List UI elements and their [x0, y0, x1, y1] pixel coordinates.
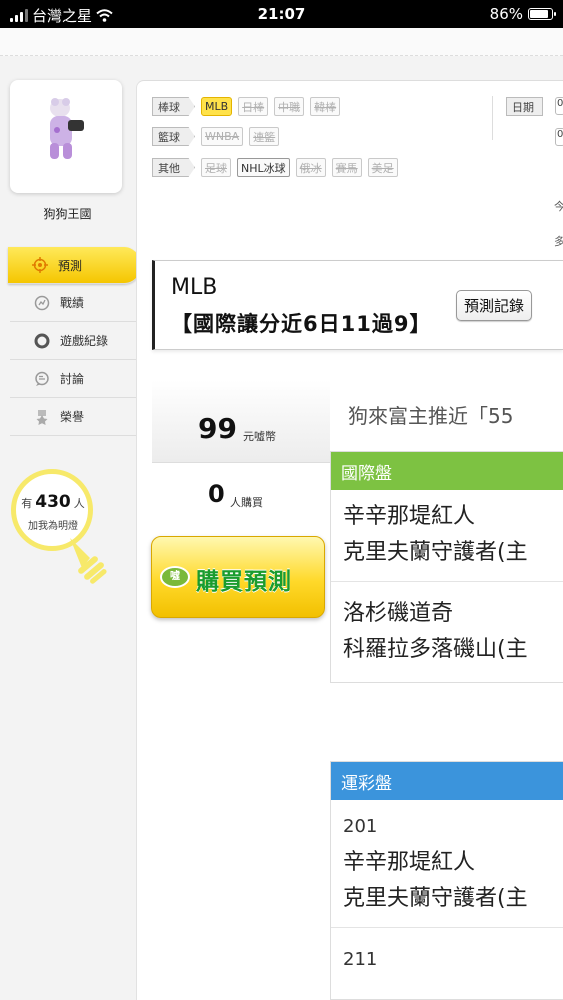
nav-item-record[interactable]: 戰績 — [10, 284, 136, 322]
buy-prediction-label: 購買預測 — [196, 569, 292, 595]
more-label: 多 — [554, 235, 563, 248]
medal-icon — [34, 409, 50, 425]
avatar[interactable] — [10, 80, 122, 193]
filter-chip-college[interactable]: 連籃 — [249, 127, 280, 146]
match-row[interactable]: 211 — [331, 928, 563, 978]
match-code: 211 — [343, 949, 378, 970]
league-title: MLB — [171, 275, 218, 300]
today-label: 今 — [554, 200, 563, 213]
filter-chip-npb[interactable]: 日棒 — [238, 97, 269, 116]
nav-label: 預測 — [58, 258, 83, 273]
match-row[interactable]: 201 辛辛那堤紅人 克里夫蘭守護者(主 — [331, 800, 563, 928]
prediction-record-button[interactable]: 預測記錄 — [456, 290, 533, 321]
date-select-2[interactable]: 0 — [555, 128, 563, 146]
coin-icon: 噓 — [160, 566, 190, 588]
fans-suffix: 人 — [73, 497, 85, 510]
fans-count: 有 430 人 — [8, 492, 98, 512]
match-code: 201 — [343, 816, 378, 837]
record-icon — [34, 333, 50, 349]
prediction-title-box: MLB 【國際讓分近6日11過9】 預測記錄 — [152, 260, 563, 350]
nav-label: 討論 — [60, 372, 85, 386]
chart-icon — [34, 295, 50, 311]
filter-row-baseball: 棒球 MLB 日棒 中職 韓棒 — [152, 97, 341, 116]
battery-percent: 86% — [489, 5, 523, 23]
clock: 21:07 — [257, 5, 306, 23]
fans-prefix: 有 — [21, 497, 33, 510]
chat-icon — [34, 371, 50, 387]
fans-subtitle: 加我為明燈 — [28, 521, 78, 532]
filter-row-basketball: 籃球 WNBA 連籃 — [152, 127, 280, 146]
international-panel: 國際盤 辛辛那堤紅人 克里夫蘭守護者(主 洛杉磯道奇 科羅拉多落磯山(主 — [330, 451, 563, 683]
nav-item-honor[interactable]: 榮譽 — [10, 398, 136, 436]
match-row[interactable]: 辛辛那堤紅人 克里夫蘭守護者(主 — [331, 490, 563, 582]
dog-figure-icon — [50, 98, 84, 159]
price-value: 99 — [198, 412, 237, 445]
date-label: 日期 — [506, 97, 543, 116]
headline: 狗來富主推近「55 — [348, 404, 514, 428]
fans-number: 430 — [35, 492, 71, 512]
crosshair-icon — [32, 257, 48, 273]
filter-label-baseball: 棒球 — [152, 97, 195, 116]
team-home: 科羅拉多落磯山(主 — [343, 637, 528, 662]
buy-prediction-button[interactable]: 噓 購買預測 — [151, 536, 325, 618]
header-decoration — [0, 28, 563, 56]
filter-label-other: 其他 — [152, 158, 195, 177]
fans-bulb[interactable]: 有 430 人 加我為明燈 — [8, 466, 108, 586]
buyers-unit: 人購買 — [230, 496, 263, 509]
status-bar: 台灣之星 21:07 86% — [0, 0, 563, 28]
lightbulb-icon — [70, 538, 107, 584]
filter-label-basketball: 籃球 — [152, 127, 195, 146]
nav-item-discussion[interactable]: 討論 — [10, 360, 136, 398]
battery-icon — [528, 8, 556, 20]
filter-chip-mlb[interactable]: MLB — [201, 97, 233, 116]
nav-label: 榮譽 — [60, 410, 85, 424]
nav-item-game-log[interactable]: 遊戲紀錄 — [10, 322, 136, 360]
international-header: 國際盤 — [331, 452, 563, 490]
filter-row-other: 其他 足球 NHL冰球 俄冰 賽馬 美足 — [152, 158, 398, 177]
filter-chip-horse[interactable]: 賽馬 — [331, 158, 362, 177]
team-away: 辛辛那堤紅人 — [343, 504, 476, 529]
buyers-count: 0 — [208, 480, 225, 508]
team-home: 克里夫蘭守護者(主 — [343, 886, 528, 911]
match-row[interactable]: 洛杉磯道奇 科羅拉多落磯山(主 — [331, 582, 563, 682]
side-nav: 預測 戰績 遊戲紀錄 討論 榮譽 — [8, 247, 140, 436]
nav-label: 戰績 — [60, 296, 85, 310]
profile-name: 狗狗王國 — [43, 207, 92, 221]
filter-chip-soccer[interactable]: 足球 — [201, 158, 231, 177]
filter-chip-khl[interactable]: 俄冰 — [295, 158, 326, 177]
team-away: 辛辛那堤紅人 — [343, 850, 476, 875]
sportslottery-panel: 運彩盤 201 辛辛那堤紅人 克里夫蘭守護者(主 211 — [330, 761, 563, 1000]
team-home: 克里夫蘭守護者(主 — [343, 540, 528, 565]
date-select-1[interactable]: 0 — [555, 97, 563, 115]
price-box: 99 元噓幣 — [152, 380, 330, 462]
prediction-title: 【國際讓分近6日11過9】 — [171, 312, 432, 336]
filter-chip-nhl[interactable]: NHL冰球 — [237, 158, 290, 177]
team-away: 洛杉磯道奇 — [343, 601, 454, 626]
filter-chip-football[interactable]: 美足 — [367, 158, 398, 177]
sportslottery-header: 運彩盤 — [331, 762, 563, 800]
divider — [492, 96, 493, 140]
filter-chip-wnba[interactable]: WNBA — [201, 127, 244, 146]
filter-chip-kbo[interactable]: 韓棒 — [310, 97, 341, 116]
price-unit: 元噓幣 — [243, 430, 276, 443]
nav-item-predict[interactable]: 預測 — [8, 247, 140, 284]
filter-chip-cpbl[interactable]: 中職 — [274, 97, 305, 116]
buyers-box: 0 人購買 — [152, 462, 330, 542]
nav-label: 遊戲紀錄 — [60, 334, 109, 348]
